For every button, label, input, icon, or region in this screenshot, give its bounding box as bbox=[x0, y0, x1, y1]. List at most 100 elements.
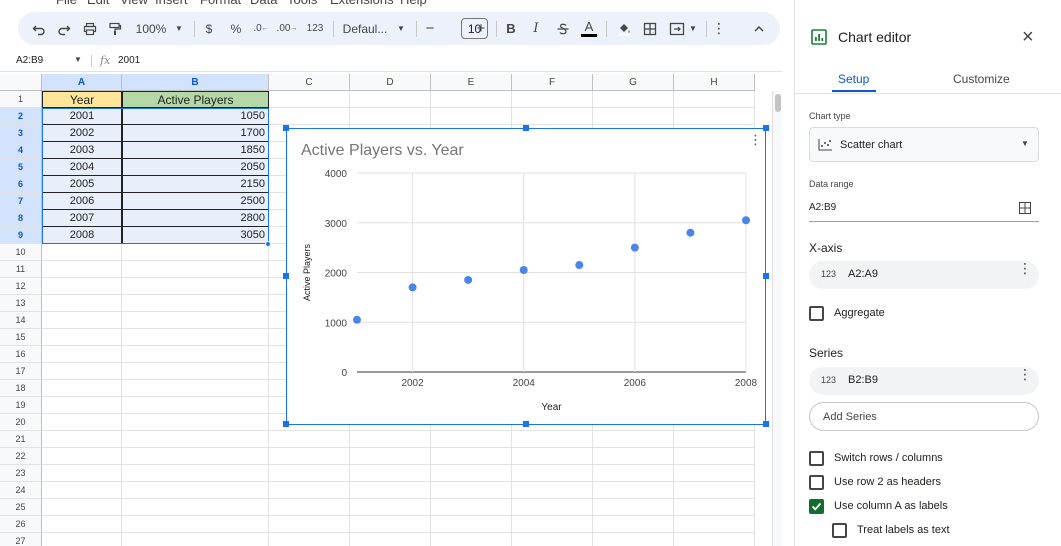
zoom-dropdown-icon[interactable]: ▼ bbox=[173, 12, 185, 45]
row-header-6[interactable]: 6 bbox=[0, 176, 42, 193]
resize-handle-se[interactable] bbox=[763, 421, 769, 427]
add-series-button[interactable]: Add Series bbox=[809, 402, 1039, 431]
cell-b1[interactable]: Active Players bbox=[122, 91, 269, 108]
row-header-12[interactable]: 12 bbox=[0, 278, 42, 295]
cell-h27[interactable] bbox=[674, 533, 755, 546]
cell-a26[interactable] bbox=[42, 516, 122, 533]
cell-a19[interactable] bbox=[42, 397, 122, 414]
cell-a13[interactable] bbox=[42, 295, 122, 312]
cell-h2[interactable] bbox=[674, 108, 755, 125]
cell-c25[interactable] bbox=[269, 499, 350, 516]
row-header-27[interactable]: 27 bbox=[0, 533, 42, 546]
resize-handle-n[interactable] bbox=[523, 125, 529, 131]
aggregate-checkbox[interactable] bbox=[809, 305, 824, 321]
scrollbar-thumb[interactable] bbox=[775, 94, 781, 112]
menu-view[interactable]: View bbox=[120, 0, 148, 7]
cell-h26[interactable] bbox=[674, 516, 755, 533]
cell-b11[interactable] bbox=[122, 261, 269, 278]
cell-d25[interactable] bbox=[350, 499, 431, 516]
cell-a9[interactable]: 2008 bbox=[42, 227, 122, 244]
cell-f1[interactable] bbox=[512, 91, 593, 108]
redo-icon[interactable] bbox=[55, 12, 73, 45]
cell-f24[interactable] bbox=[512, 482, 593, 499]
resize-handle-s[interactable] bbox=[523, 421, 529, 427]
cell-a18[interactable] bbox=[42, 380, 122, 397]
paint-format-icon[interactable] bbox=[106, 12, 124, 45]
cell-b22[interactable] bbox=[122, 448, 269, 465]
row-header-13[interactable]: 13 bbox=[0, 295, 42, 312]
zoom-select[interactable]: 100% bbox=[134, 12, 168, 45]
cell-b25[interactable] bbox=[122, 499, 269, 516]
cell-a7[interactable]: 2006 bbox=[42, 193, 122, 210]
cell-a22[interactable] bbox=[42, 448, 122, 465]
cell-c2[interactable] bbox=[269, 108, 350, 125]
xaxis-range-chip[interactable]: 123 A2:A9 ⋮ bbox=[809, 261, 1039, 289]
row-header-1[interactable]: 1 bbox=[0, 91, 42, 108]
menu-file[interactable]: File bbox=[56, 0, 77, 7]
cell-h24[interactable] bbox=[674, 482, 755, 499]
font-size-decrease-icon[interactable]: − bbox=[423, 12, 437, 45]
row-header-16[interactable]: 16 bbox=[0, 346, 42, 363]
cell-a25[interactable] bbox=[42, 499, 122, 516]
cell-a20[interactable] bbox=[42, 414, 122, 431]
fill-color-icon[interactable] bbox=[615, 12, 633, 45]
vertical-scrollbar[interactable] bbox=[772, 91, 782, 546]
font-dropdown-icon[interactable]: ▼ bbox=[395, 12, 407, 45]
cell-g1[interactable] bbox=[593, 91, 674, 108]
close-icon[interactable]: × bbox=[1022, 27, 1034, 47]
cell-c27[interactable] bbox=[269, 533, 350, 546]
cell-a14[interactable] bbox=[42, 312, 122, 329]
cell-f22[interactable] bbox=[512, 448, 593, 465]
cell-b4[interactable]: 1850 bbox=[122, 142, 269, 159]
row-header-24[interactable]: 24 bbox=[0, 482, 42, 499]
aggregate-checkbox-row[interactable]: Aggregate bbox=[809, 305, 885, 321]
strikethrough-icon[interactable] bbox=[555, 12, 571, 45]
row-header-4[interactable]: 4 bbox=[0, 142, 42, 159]
cell-a5[interactable]: 2004 bbox=[42, 159, 122, 176]
cell-d27[interactable] bbox=[350, 533, 431, 546]
cell-e23[interactable] bbox=[431, 465, 512, 482]
tab-customize[interactable]: Customize bbox=[953, 72, 1010, 86]
cell-g23[interactable] bbox=[593, 465, 674, 482]
cell-b20[interactable] bbox=[122, 414, 269, 431]
column-a-labels-checkbox[interactable] bbox=[809, 498, 824, 514]
name-box[interactable]: A2:B9 bbox=[16, 55, 43, 66]
cell-a23[interactable] bbox=[42, 465, 122, 482]
percent-button[interactable]: % bbox=[229, 12, 243, 45]
cell-c24[interactable] bbox=[269, 482, 350, 499]
cell-h22[interactable] bbox=[674, 448, 755, 465]
cell-a21[interactable] bbox=[42, 431, 122, 448]
cell-b16[interactable] bbox=[122, 346, 269, 363]
cell-a6[interactable]: 2005 bbox=[42, 176, 122, 193]
cell-b26[interactable] bbox=[122, 516, 269, 533]
resize-handle-sw[interactable] bbox=[283, 421, 289, 427]
row-header-19[interactable]: 19 bbox=[0, 397, 42, 414]
font-size-increase-icon[interactable]: + bbox=[474, 12, 488, 45]
cell-a8[interactable]: 2007 bbox=[42, 210, 122, 227]
series-range-chip[interactable]: 123 B2:B9 ⋮ bbox=[809, 367, 1039, 395]
row-header-2[interactable]: 2 bbox=[0, 108, 42, 125]
fill-handle[interactable] bbox=[265, 241, 271, 247]
menu-help[interactable]: Help bbox=[400, 0, 427, 7]
cell-b13[interactable] bbox=[122, 295, 269, 312]
formula-input[interactable]: 2001 bbox=[118, 55, 140, 66]
cell-a27[interactable] bbox=[42, 533, 122, 546]
print-icon[interactable] bbox=[81, 12, 99, 45]
row-header-11[interactable]: 11 bbox=[0, 261, 42, 278]
column-header-f[interactable]: F bbox=[512, 74, 593, 91]
cell-e27[interactable] bbox=[431, 533, 512, 546]
cell-b24[interactable] bbox=[122, 482, 269, 499]
chart-type-select[interactable]: Scatter chart ▼ bbox=[809, 127, 1039, 162]
cell-d22[interactable] bbox=[350, 448, 431, 465]
name-box-dropdown-icon[interactable]: ▼ bbox=[74, 55, 82, 64]
borders-icon[interactable] bbox=[641, 12, 659, 45]
cell-e21[interactable] bbox=[431, 431, 512, 448]
cell-a24[interactable] bbox=[42, 482, 122, 499]
cell-e26[interactable] bbox=[431, 516, 512, 533]
cell-f25[interactable] bbox=[512, 499, 593, 516]
row-header-23[interactable]: 23 bbox=[0, 465, 42, 482]
collapse-toolbar-icon[interactable] bbox=[751, 12, 767, 45]
currency-button[interactable]: $ bbox=[202, 12, 216, 45]
column-header-b[interactable]: B bbox=[122, 74, 269, 91]
cell-g21[interactable] bbox=[593, 431, 674, 448]
